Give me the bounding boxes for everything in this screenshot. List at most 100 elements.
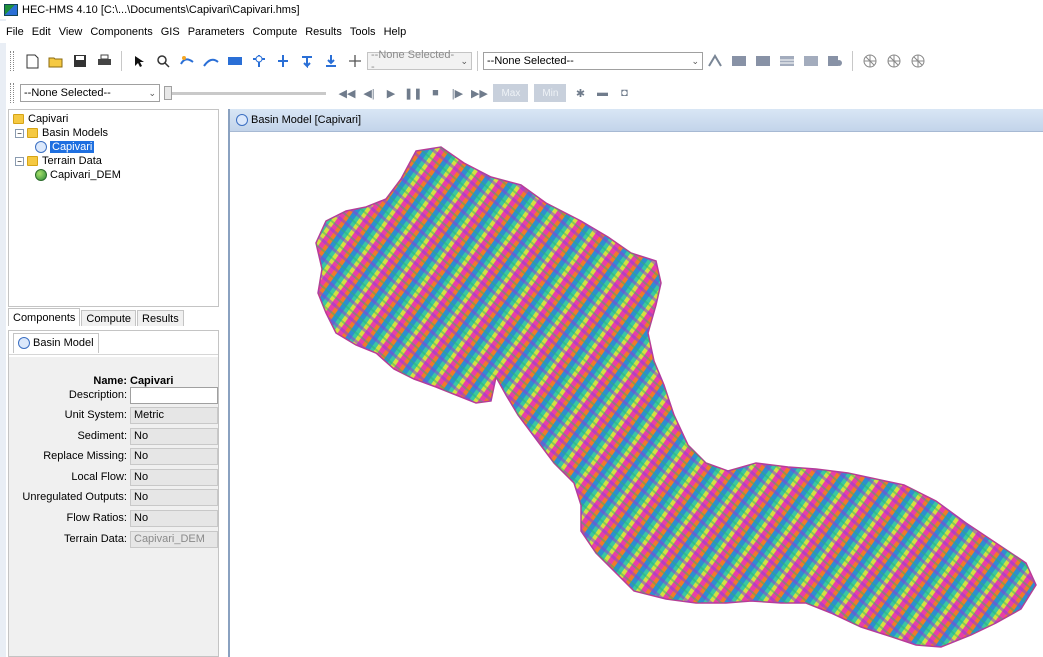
diversion-tool-icon[interactable] xyxy=(273,51,293,71)
video-record-icon[interactable]: ▬ xyxy=(593,84,611,102)
property-row-local-flow: Local Flow: No xyxy=(9,469,218,486)
stop-icon[interactable]: ■ xyxy=(426,84,444,102)
collapse-icon[interactable]: − xyxy=(15,156,24,166)
menu-gis[interactable]: GIS xyxy=(161,24,185,40)
basin-properties: Name: Capivari Description: Unit System:… xyxy=(9,357,218,656)
grid-cell-icon[interactable] xyxy=(860,51,880,71)
collapse-icon[interactable]: − xyxy=(15,128,24,138)
time-select-value: --None Selected-- xyxy=(24,87,111,99)
tab-basin-model[interactable]: Basin Model xyxy=(13,332,99,353)
watershed-shading xyxy=(316,147,1036,647)
save-icon[interactable] xyxy=(70,51,90,71)
sink-tool-icon[interactable] xyxy=(321,51,341,71)
tab-components[interactable]: Components xyxy=(8,308,81,326)
terrain-data-select[interactable]: Capivari_DEM xyxy=(130,531,218,548)
basin-map-window: Basin Model [Capivari] xyxy=(228,109,1043,657)
menu-parameters[interactable]: Parameters xyxy=(188,24,250,40)
results-summary-icon[interactable] xyxy=(753,51,773,71)
app-icon xyxy=(4,3,18,16)
junction-tool-icon[interactable] xyxy=(249,51,269,71)
toolbar-separator xyxy=(852,51,853,71)
tab-basin-model-label: Basin Model xyxy=(33,337,94,349)
reach-tool-icon[interactable] xyxy=(201,51,221,71)
tree-terrain-dem[interactable]: Capivari_DEM xyxy=(13,168,214,182)
time-slider[interactable] xyxy=(164,85,326,100)
grid-cell-icon-3[interactable] xyxy=(908,51,928,71)
folder-icon xyxy=(13,114,24,124)
tab-compute[interactable]: Compute xyxy=(81,310,137,326)
tree-root-label: Capivari xyxy=(28,113,69,125)
tab-results[interactable]: Results xyxy=(137,310,184,326)
slider-thumb[interactable] xyxy=(164,85,172,100)
property-row-replace-missing: Replace Missing: No xyxy=(9,448,218,465)
unit-system-select[interactable]: Metric xyxy=(130,407,218,424)
results-map-icon[interactable] xyxy=(801,51,821,71)
min-button[interactable]: Min xyxy=(534,84,567,102)
unregulated-outputs-select[interactable]: No xyxy=(130,489,218,506)
skip-to-start-icon[interactable]: ◀◀ xyxy=(338,84,356,102)
menu-tools[interactable]: Tools xyxy=(350,24,381,40)
property-label: Sediment: xyxy=(77,430,127,442)
editor-tab-strip: Basin Model xyxy=(9,331,218,355)
toolbar-grip[interactable] xyxy=(10,83,14,103)
open-folder-icon[interactable] xyxy=(46,51,66,71)
step-forward-icon[interactable]: |▶ xyxy=(448,84,466,102)
toolbar-grip[interactable] xyxy=(10,51,14,71)
menu-results[interactable]: Results xyxy=(305,24,347,40)
skip-to-end-icon[interactable]: ▶▶ xyxy=(470,84,488,102)
menu-edit[interactable]: Edit xyxy=(32,24,56,40)
menu-help[interactable]: Help xyxy=(384,24,412,40)
run-select[interactable]: --None Selected-- ⌄ xyxy=(483,52,703,70)
menu-compute[interactable]: Compute xyxy=(253,24,303,40)
tree-basin-capivari[interactable]: Capivari xyxy=(13,140,214,154)
arrow-pointer-icon[interactable] xyxy=(129,51,149,71)
pause-icon[interactable]: ❚❚ xyxy=(404,84,422,102)
property-row-flow-ratios: Flow Ratios: No xyxy=(9,510,218,527)
basin-name-value: Capivari xyxy=(130,375,174,387)
new-file-icon[interactable] xyxy=(22,51,42,71)
map-window-titlebar[interactable]: Basin Model [Capivari] xyxy=(230,109,1043,132)
component-select-value: --None Selected-- xyxy=(371,49,455,73)
reservoir-tool-icon[interactable] xyxy=(225,51,245,71)
play-icon[interactable]: ▶ xyxy=(382,84,400,102)
subbasin-tool-icon[interactable] xyxy=(177,51,197,71)
property-row-unit-system: Unit System: Metric xyxy=(9,407,218,424)
zoom-icon[interactable] xyxy=(153,51,173,71)
run-select-value: --None Selected-- xyxy=(487,55,574,67)
menu-components[interactable]: Components xyxy=(90,24,157,40)
description-field[interactable] xyxy=(130,387,218,404)
property-row-description: Description: xyxy=(9,387,218,404)
results-dropdown-icon[interactable] xyxy=(825,51,845,71)
flow-ratios-select[interactable]: No xyxy=(130,510,218,527)
tree-root[interactable]: Capivari xyxy=(13,112,214,126)
sediment-select[interactable]: No xyxy=(130,428,218,445)
window-title: HEC-HMS 4.10 [C:\...\Documents\Capivari\… xyxy=(22,3,300,16)
property-label: Unregulated Outputs: xyxy=(22,491,127,503)
print-icon[interactable] xyxy=(94,51,114,71)
source-tool-icon[interactable] xyxy=(297,51,317,71)
watershed-terrain-map xyxy=(315,146,1037,648)
add-element-icon[interactable] xyxy=(345,51,365,71)
time-select[interactable]: --None Selected-- ⌄ xyxy=(20,84,160,102)
tree-basin-models[interactable]: − Basin Models xyxy=(13,126,214,140)
tree-basin-capivari-label: Capivari xyxy=(50,141,95,153)
toolbar-separator xyxy=(121,51,122,71)
max-button[interactable]: Max xyxy=(493,84,529,102)
grid-cell-icon-2[interactable] xyxy=(884,51,904,71)
camera-snapshot-icon[interactable]: ◘ xyxy=(615,84,633,102)
replace-missing-select[interactable]: No xyxy=(130,448,218,465)
menu-file[interactable]: File xyxy=(6,24,29,40)
tree-terrain-data[interactable]: − Terrain Data xyxy=(13,154,214,168)
compute-icon[interactable] xyxy=(705,51,725,71)
settings-gear-icon[interactable]: ✱ xyxy=(571,84,589,102)
results-graph-icon[interactable] xyxy=(729,51,749,71)
step-back-icon[interactable]: ◀| xyxy=(360,84,378,102)
toolbar-separator xyxy=(477,51,478,71)
basin-model-icon xyxy=(35,141,47,153)
menu-view[interactable]: View xyxy=(59,24,88,40)
basin-map-canvas[interactable] xyxy=(236,133,1043,657)
component-select[interactable]: --None Selected-- ⌄ xyxy=(367,49,472,73)
basin-model-icon xyxy=(236,114,248,126)
results-table-icon[interactable] xyxy=(777,51,797,71)
local-flow-select[interactable]: No xyxy=(130,469,218,486)
